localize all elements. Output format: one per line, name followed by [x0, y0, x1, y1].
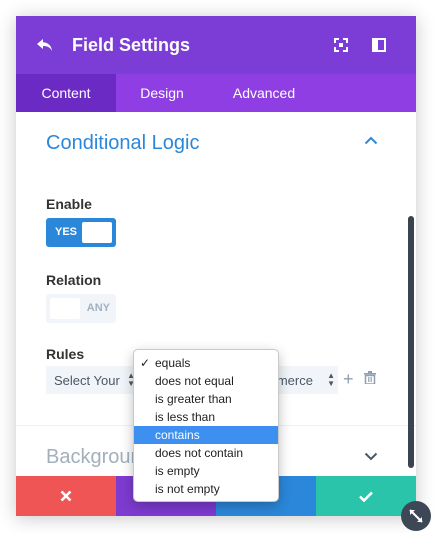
resize-arrows-icon	[409, 509, 423, 523]
rules-label: Rules	[46, 346, 85, 362]
modal-title: Field Settings	[72, 34, 191, 55]
cancel-button[interactable]	[16, 476, 116, 516]
plus-icon: +	[343, 369, 354, 389]
fullscreen-button[interactable]	[322, 16, 360, 74]
dropdown-option-equals[interactable]: ✓ equals	[134, 354, 278, 372]
back-button[interactable]	[16, 16, 74, 74]
rule-field-select-value: Select Your	[54, 373, 120, 388]
dropdown-option-is-not-empty[interactable]: is not empty	[134, 480, 278, 498]
toggle-knob	[50, 298, 80, 319]
dropdown-option-is-less-than[interactable]: is less than	[134, 408, 278, 426]
settings-tabs: Content Design Advanced	[16, 74, 416, 112]
relation-toggle-text: ANY	[86, 302, 110, 314]
enable-toggle[interactable]: YES	[46, 218, 116, 247]
conditional-logic-title[interactable]: Conditional Logic	[46, 132, 199, 155]
condition-dropdown: ✓ equals does not equal is greater than …	[133, 349, 279, 502]
toggle-knob	[82, 222, 112, 243]
trash-icon	[364, 371, 376, 385]
chevron-up-icon[interactable]	[364, 136, 378, 145]
checkmark-icon: ✓	[140, 356, 151, 370]
check-icon	[359, 491, 373, 502]
scrollbar[interactable]	[408, 216, 414, 468]
tab-advanced[interactable]: Advanced	[208, 74, 320, 112]
tab-content[interactable]: Content	[16, 74, 116, 112]
relation-toggle[interactable]: ANY	[46, 294, 116, 323]
tab-design[interactable]: Design	[116, 74, 208, 112]
modal-header: Field Settings	[16, 16, 416, 74]
dropdown-option-does-not-contain[interactable]: does not contain	[134, 444, 278, 462]
fullscreen-icon	[334, 38, 348, 52]
dropdown-option-is-empty[interactable]: is empty	[134, 462, 278, 480]
x-icon	[60, 490, 72, 502]
sidebar-toggle-button[interactable]	[360, 16, 398, 74]
rule-field-select[interactable]: Select Your ▲ ▼	[46, 366, 138, 394]
sidebar-layout-icon	[372, 38, 386, 52]
delete-rule-button[interactable]	[364, 371, 376, 389]
relation-label: Relation	[46, 272, 102, 288]
undo-arrow-icon	[37, 39, 52, 51]
resize-handle[interactable]	[401, 501, 431, 531]
dropdown-option-is-greater-than[interactable]: is greater than	[134, 390, 278, 408]
add-rule-button[interactable]: +	[343, 369, 354, 390]
select-arrows-icon: ▲ ▼	[327, 371, 335, 388]
enable-label: Enable	[46, 196, 92, 212]
chevron-down-icon[interactable]	[364, 452, 378, 461]
enable-toggle-text: YES	[55, 226, 78, 238]
dropdown-option-contains[interactable]: contains	[134, 426, 278, 444]
dropdown-option-does-not-equal[interactable]: does not equal	[134, 372, 278, 390]
